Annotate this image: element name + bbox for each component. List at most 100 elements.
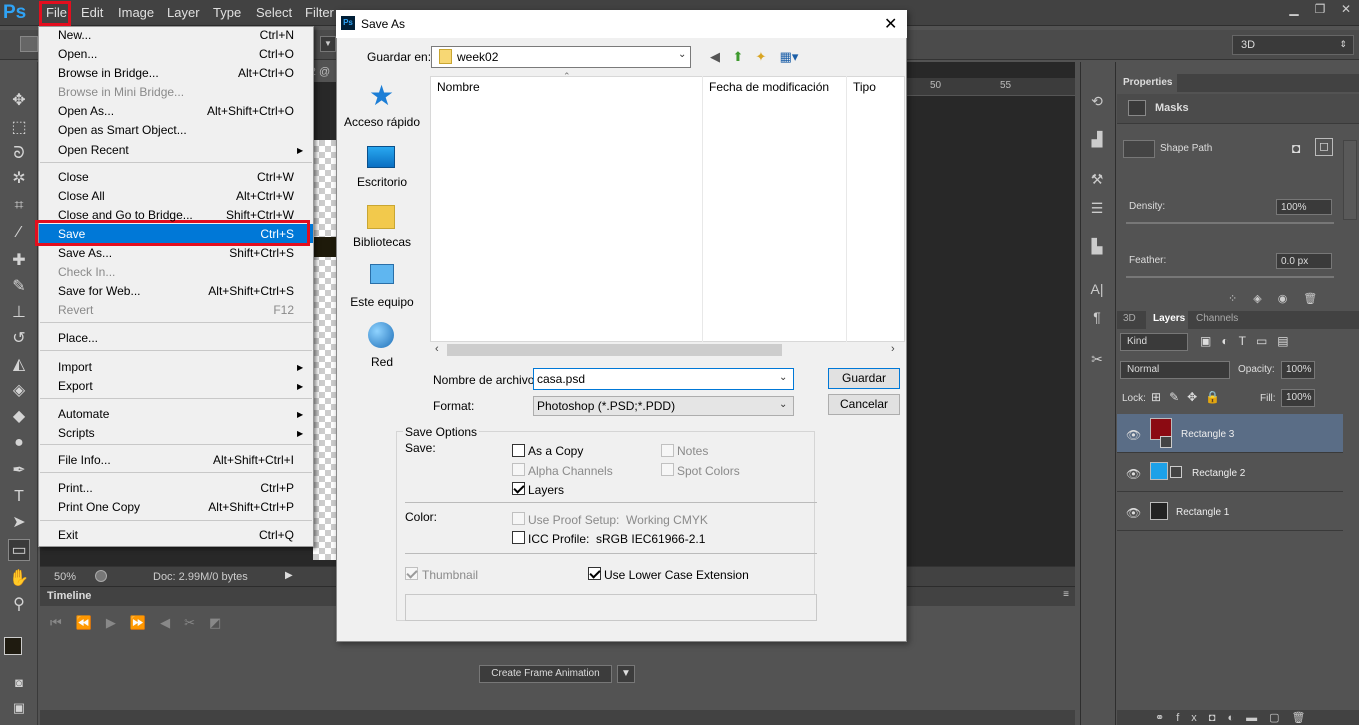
create-frame-animation-button[interactable]: Create Frame Animation (479, 665, 612, 683)
chevron-down-icon[interactable]: ⌄ (678, 49, 686, 60)
save-button[interactable]: Guardar (828, 368, 900, 389)
zoom-level[interactable]: 50% (54, 571, 76, 583)
magic-wand-icon[interactable]: ✲ (8, 168, 30, 190)
prev-frame-icon[interactable]: ⏪ (76, 615, 92, 631)
menu-item-exit[interactable]: Exit (58, 528, 78, 542)
lock-transparent-icon[interactable]: ⊞ (1151, 390, 1169, 404)
menu-item-browse-in-bridge[interactable]: Browse in Bridge... (58, 66, 159, 80)
status-info-icon[interactable] (95, 570, 107, 582)
format-dropdown[interactable]: Photoshop (*.PSD;*.PDD) (533, 396, 794, 416)
cancel-button[interactable]: Cancelar (828, 394, 900, 415)
group-icon[interactable]: ▬ (1246, 712, 1269, 724)
fx-icon[interactable]: fx (1176, 712, 1209, 724)
menu-image[interactable]: Image (118, 5, 154, 20)
hand-tool-icon[interactable]: ✋ (8, 568, 30, 590)
dialog-close-icon[interactable]: ✕ (884, 14, 897, 34)
menu-item-scripts[interactable]: Scripts (58, 426, 95, 440)
tab-layers[interactable]: Layers (1153, 313, 1185, 324)
adjustments-panel-icon[interactable]: ☰ (1086, 197, 1108, 219)
paragraph-panel-icon[interactable]: ¶ (1086, 306, 1108, 328)
as-copy-checkbox[interactable] (512, 444, 525, 457)
back-icon[interactable]: ◀ (706, 48, 724, 66)
new-folder-icon[interactable]: ✦ (752, 48, 770, 66)
quick-mask-icon[interactable]: ◙ (8, 672, 30, 694)
fill-field[interactable]: 100% (1281, 389, 1315, 407)
layers-checkbox[interactable] (512, 482, 525, 495)
link-icon[interactable]: ⚭ (1155, 712, 1176, 724)
menu-item-export[interactable]: Export (58, 379, 93, 393)
status-arrow-icon[interactable]: ▶ (285, 570, 293, 581)
thumbnail-checkbox[interactable] (405, 567, 418, 580)
trash-icon[interactable]: 🗑 (1292, 712, 1318, 724)
panel-menu-icon[interactable]: ≡ (1063, 589, 1069, 600)
menu-item-print[interactable]: Print... (58, 481, 93, 495)
timeline-title[interactable]: Timeline (47, 590, 91, 602)
desktop-icon[interactable] (367, 146, 395, 168)
eraser-tool-icon[interactable]: ◭ (8, 354, 30, 376)
menu-filter[interactable]: Filter (305, 5, 334, 20)
density-slider[interactable] (1126, 222, 1334, 224)
eyedropper-icon[interactable]: ⁄ (8, 222, 30, 244)
density-field[interactable]: 100% (1276, 199, 1332, 215)
scroll-right-icon[interactable]: › (891, 343, 895, 355)
notes-checkbox[interactable] (661, 444, 674, 457)
audio-icon[interactable]: ◀ (160, 615, 170, 631)
screen-mode-icon[interactable]: ▣ (8, 697, 30, 719)
add-pixel-mask-icon[interactable]: ◘ (1292, 140, 1300, 156)
menu-item-close-all[interactable]: Close All (58, 189, 105, 203)
properties-scrollbar[interactable] (1343, 140, 1357, 220)
libraries-icon[interactable] (367, 205, 395, 229)
chevron-down-icon[interactable]: ⌄ (779, 372, 787, 383)
blur-tool-icon[interactable]: ◆ (8, 406, 30, 428)
col-date[interactable]: Fecha de modificación (709, 80, 829, 94)
lowercase-ext-checkbox[interactable] (588, 567, 601, 580)
eye-icon[interactable]: 👁 (1126, 467, 1141, 481)
layer-name[interactable]: Rectangle 3 (1181, 429, 1234, 440)
file-list[interactable] (430, 76, 905, 342)
tool-preset-icon[interactable] (20, 36, 38, 52)
this-pc-icon[interactable] (370, 264, 394, 284)
alpha-channels-checkbox[interactable] (512, 463, 525, 476)
menu-item-save-as[interactable]: Save As... (58, 246, 112, 260)
menu-item-open-as-smart-object[interactable]: Open as Smart Object... (58, 123, 187, 137)
healing-brush-icon[interactable]: ✚ (8, 250, 30, 272)
place-network[interactable]: Red (337, 355, 427, 369)
move-tool-icon[interactable]: ✥ (8, 90, 30, 112)
workspace-3d-dropdown[interactable]: 3D ⇕ (1232, 35, 1354, 55)
menu-item-save[interactable]: Save (58, 227, 85, 241)
stamp-tool-icon[interactable]: ⊥ (8, 302, 30, 324)
lock-pixels-icon[interactable]: ✎ (1169, 390, 1187, 404)
pixel-filter-icon[interactable]: ▣ (1200, 334, 1221, 348)
place-this-pc[interactable]: Este equipo (337, 295, 427, 309)
adjustment-icon[interactable]: ◐ (1227, 712, 1246, 724)
zoom-tool-icon[interactable]: ⚲ (8, 594, 30, 616)
history-panel-icon[interactable]: ⟲ (1086, 90, 1108, 112)
lock-position-icon[interactable]: ✥ (1187, 390, 1205, 404)
transition-icon[interactable]: ◩ (209, 615, 221, 631)
feather-slider[interactable] (1126, 276, 1334, 278)
history-brush-icon[interactable]: ↺ (8, 328, 30, 350)
menu-item-save-for-web[interactable]: Save for Web... (58, 284, 140, 298)
layer-name[interactable]: Rectangle 1 (1176, 507, 1229, 518)
type-tool-icon[interactable]: T (8, 486, 30, 508)
next-frame-icon[interactable]: ⏩ (130, 615, 146, 631)
apply-mask-icon[interactable]: ◈ (1253, 293, 1277, 305)
menu-item-open-as[interactable]: Open As... (58, 104, 114, 118)
scissors-icon[interactable]: ✂ (184, 615, 195, 631)
lock-all-icon[interactable]: 🔒 (1205, 390, 1228, 404)
quick-access-icon[interactable]: ★ (369, 82, 394, 110)
scroll-left-icon[interactable]: ‹ (435, 343, 439, 355)
eye-icon[interactable]: 👁 (1126, 506, 1141, 520)
new-layer-icon[interactable]: ▢ (1269, 712, 1291, 724)
visibility-icon[interactable]: ◉ (1278, 293, 1304, 305)
adjustment-filter-icon[interactable]: ◐ (1221, 334, 1238, 348)
menu-item-place[interactable]: Place... (58, 331, 98, 345)
menu-item-open-recent[interactable]: Open Recent (58, 143, 129, 157)
marquee-tool-icon[interactable]: ⬚ (8, 117, 30, 139)
chevron-down-icon[interactable]: ⌄ (779, 399, 787, 410)
menu-item-print-one-copy[interactable]: Print One Copy (58, 500, 140, 514)
rectangle-tool-icon[interactable]: ▭ (8, 539, 30, 561)
menu-item-import[interactable]: Import (58, 360, 92, 374)
properties-tab[interactable]: Properties (1117, 74, 1177, 92)
menu-item-file-info[interactable]: File Info... (58, 453, 111, 467)
